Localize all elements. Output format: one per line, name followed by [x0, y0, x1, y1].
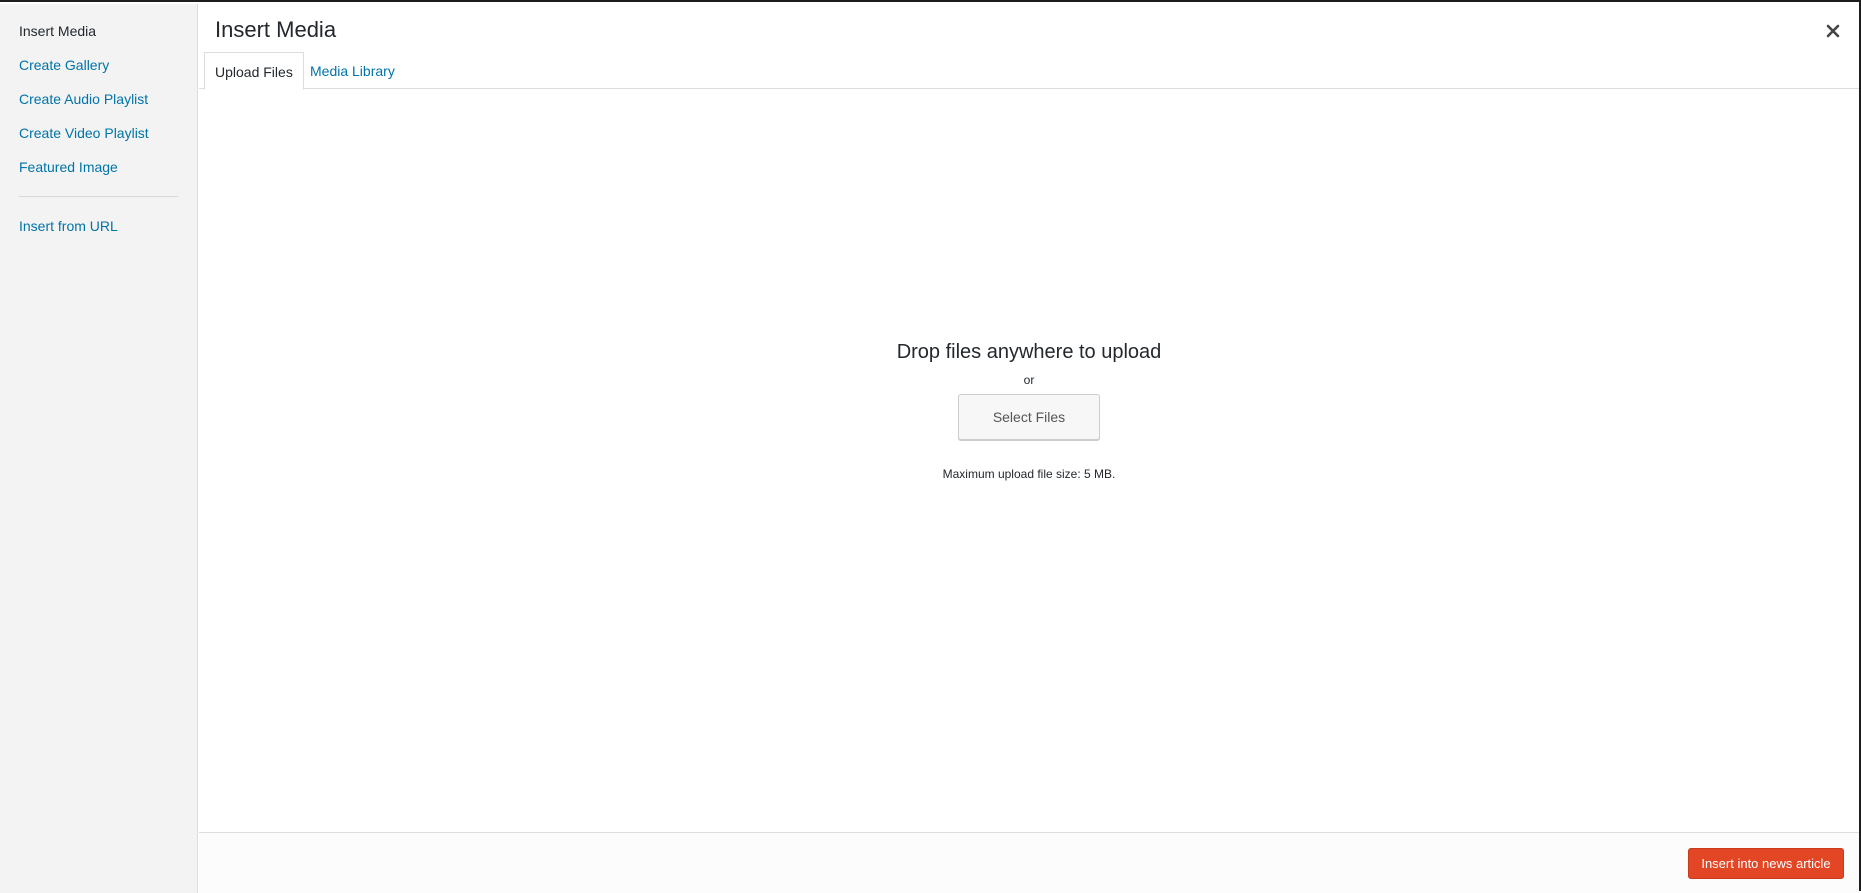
- or-label: or: [1023, 373, 1035, 387]
- upload-dropzone[interactable]: Drop files anywhere to upload or Select …: [199, 90, 1859, 832]
- max-upload-size-text: Maximum upload file size: 5 MB.: [942, 467, 1116, 481]
- page-title: Insert Media: [215, 17, 337, 42]
- drop-files-heading: Drop files anywhere to upload: [896, 341, 1162, 363]
- sidebar-item-create-gallery[interactable]: Create Gallery: [19, 55, 109, 75]
- tab-upload-files[interactable]: Upload Files: [204, 52, 304, 90]
- select-files-button[interactable]: Select Files: [958, 394, 1100, 440]
- sidebar-separator: [19, 196, 178, 197]
- close-button[interactable]: [1818, 16, 1848, 46]
- sidebar-item-featured-image[interactable]: Featured Image: [19, 157, 118, 177]
- sidebar-item-create-audio-playlist[interactable]: Create Audio Playlist: [19, 89, 148, 109]
- insert-into-post-button[interactable]: Insert into news article: [1688, 848, 1844, 879]
- media-toolbar: Insert into news article: [199, 832, 1859, 893]
- tab-bar: Upload Files Media Library: [199, 52, 1859, 90]
- media-modal: Insert Media Create Gallery Create Audio…: [0, 0, 1861, 893]
- sidebar-item-insert-from-url[interactable]: Insert from URL: [19, 216, 118, 236]
- media-sidebar: Insert Media Create Gallery Create Audio…: [0, 4, 198, 893]
- tab-media-library[interactable]: Media Library: [300, 52, 405, 89]
- sidebar-item-create-video-playlist[interactable]: Create Video Playlist: [19, 123, 149, 143]
- close-icon: [1826, 24, 1840, 38]
- sidebar-item-insert-media[interactable]: Insert Media: [19, 21, 96, 41]
